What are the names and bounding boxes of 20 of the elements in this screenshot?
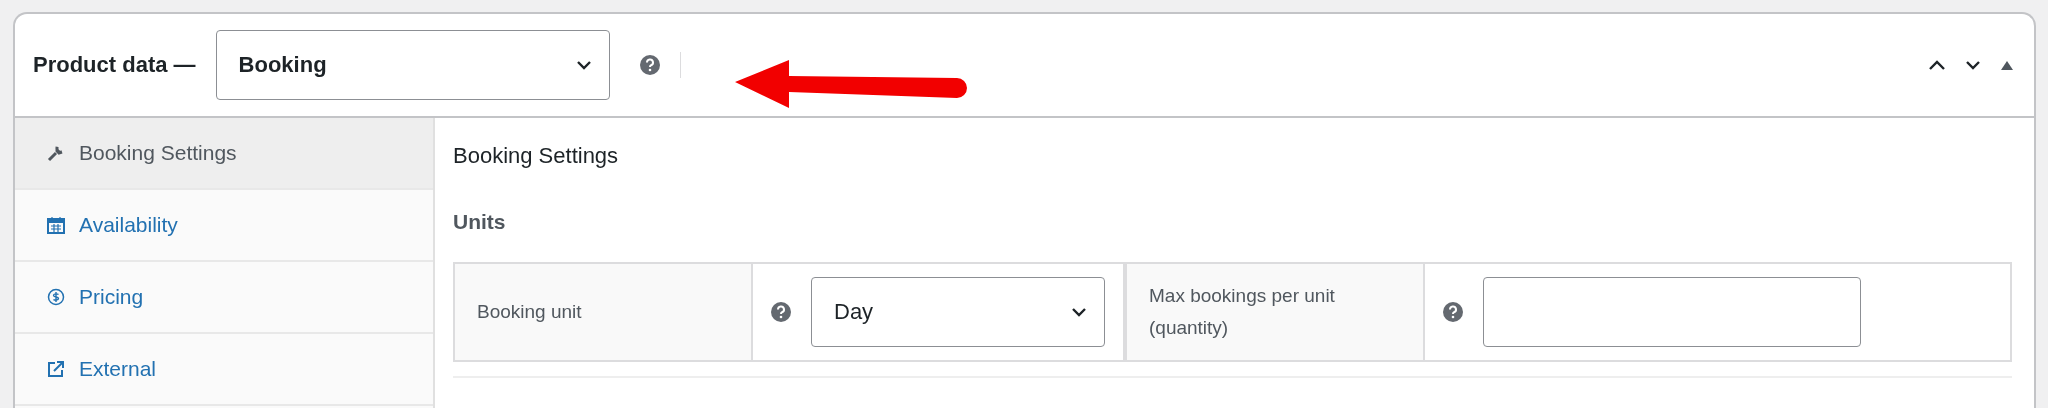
sidebar-tab[interactable]: Booking Settings <box>15 118 433 190</box>
sidebar-tab[interactable]: Pricing <box>15 262 433 334</box>
product-type-select[interactable]: Booking <box>215 30 610 100</box>
field-label: Booking unit <box>455 264 753 360</box>
sidebar-tab[interactable]: Availability <box>15 190 433 262</box>
field-label: Max bookings per unit (quantity) <box>1127 264 1425 360</box>
booking-unit-select[interactable]: Day <box>811 277 1105 347</box>
collapse-icon[interactable] <box>2000 59 2014 71</box>
help-icon[interactable] <box>1443 302 1463 322</box>
external-link-icon <box>47 360 65 378</box>
calendar-icon <box>47 216 65 234</box>
max-bookings-input[interactable] <box>1483 277 1861 347</box>
dollar-icon <box>47 288 65 306</box>
section-heading: Units <box>453 209 507 235</box>
help-icon[interactable] <box>771 302 791 322</box>
wrench-icon <box>47 144 65 162</box>
help-icon[interactable] <box>639 55 660 75</box>
section-title: Booking Settings <box>453 142 620 170</box>
sidebar-tab[interactable]: External <box>15 334 433 406</box>
panel-title: Product data — <box>33 52 196 78</box>
